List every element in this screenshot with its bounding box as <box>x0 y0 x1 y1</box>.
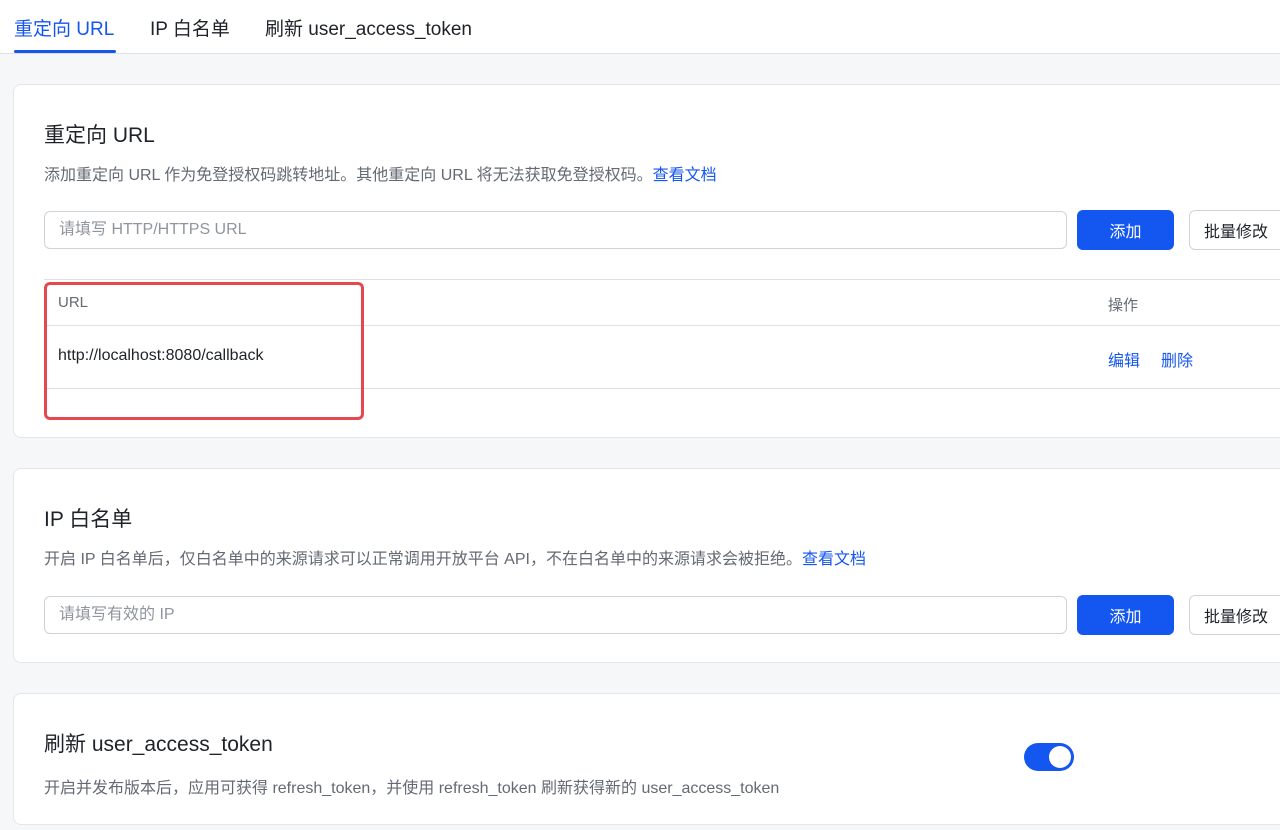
column-header-ops: 操作 <box>1108 297 1139 314</box>
delete-link[interactable]: 删除 <box>1161 347 1193 371</box>
tab-redirect-url[interactable]: 重定向 URL <box>14 14 114 41</box>
redirect-add-button[interactable]: 添加 <box>1077 210 1174 250</box>
active-tab-indicator <box>14 50 116 53</box>
redirect-batch-edit-button[interactable]: 批量修改 <box>1189 210 1280 250</box>
ip-batch-edit-button[interactable]: 批量修改 <box>1189 595 1280 635</box>
edit-link[interactable]: 编辑 <box>1108 347 1140 371</box>
redirect-url-card: 重定向 URL 添加重定向 URL 作为免登授权码跳转地址。其他重定向 URL … <box>13 84 1280 438</box>
ip-input[interactable] <box>44 596 1067 634</box>
refresh-token-title: 刷新 user_access_token <box>44 733 273 756</box>
ip-add-button[interactable]: 添加 <box>1077 595 1174 635</box>
redirect-doc-link[interactable]: 查看文档 <box>653 167 717 184</box>
tab-bar: 重定向 URL IP 白名单 刷新 user_access_token <box>0 0 1280 54</box>
redirect-url-desc-text: 添加重定向 URL 作为免登授权码跳转地址。其他重定向 URL 将无法获取免登授… <box>44 167 653 184</box>
redirect-url-desc: 添加重定向 URL 作为免登授权码跳转地址。其他重定向 URL 将无法获取免登授… <box>44 161 717 185</box>
ip-whitelist-title: IP 白名单 <box>44 508 133 531</box>
ip-whitelist-card: IP 白名单 开启 IP 白名单后，仅白名单中的来源请求可以正常调用开放平台 A… <box>13 468 1280 663</box>
refresh-token-card: 刷新 user_access_token 开启并发布版本后，应用可获得 refr… <box>13 693 1280 825</box>
tab-refresh-token[interactable]: 刷新 user_access_token <box>265 14 472 41</box>
redirect-url-title: 重定向 URL <box>44 124 155 147</box>
column-header-url: URL <box>58 294 89 311</box>
tab-ip-whitelist[interactable]: IP 白名单 <box>150 14 230 41</box>
toggle-knob <box>1049 746 1071 768</box>
refresh-token-desc: 开启并发布版本后，应用可获得 refresh_token，并使用 refresh… <box>44 780 780 797</box>
ip-whitelist-desc: 开启 IP 白名单后，仅白名单中的来源请求可以正常调用开放平台 API，不在白名… <box>44 545 866 569</box>
redirect-url-input[interactable] <box>44 211 1067 249</box>
redirect-url-table: URL 操作 http://localhost:8080/callback 编辑… <box>44 279 1280 389</box>
table-header: URL 操作 <box>44 279 1280 326</box>
table-row: http://localhost:8080/callback 编辑 删除 <box>44 326 1280 389</box>
redirect-url-value: http://localhost:8080/callback <box>58 347 264 364</box>
ip-whitelist-desc-text: 开启 IP 白名单后，仅白名单中的来源请求可以正常调用开放平台 API，不在白名… <box>44 551 802 568</box>
ip-doc-link[interactable]: 查看文档 <box>802 551 866 568</box>
refresh-token-toggle[interactable] <box>1024 743 1074 771</box>
